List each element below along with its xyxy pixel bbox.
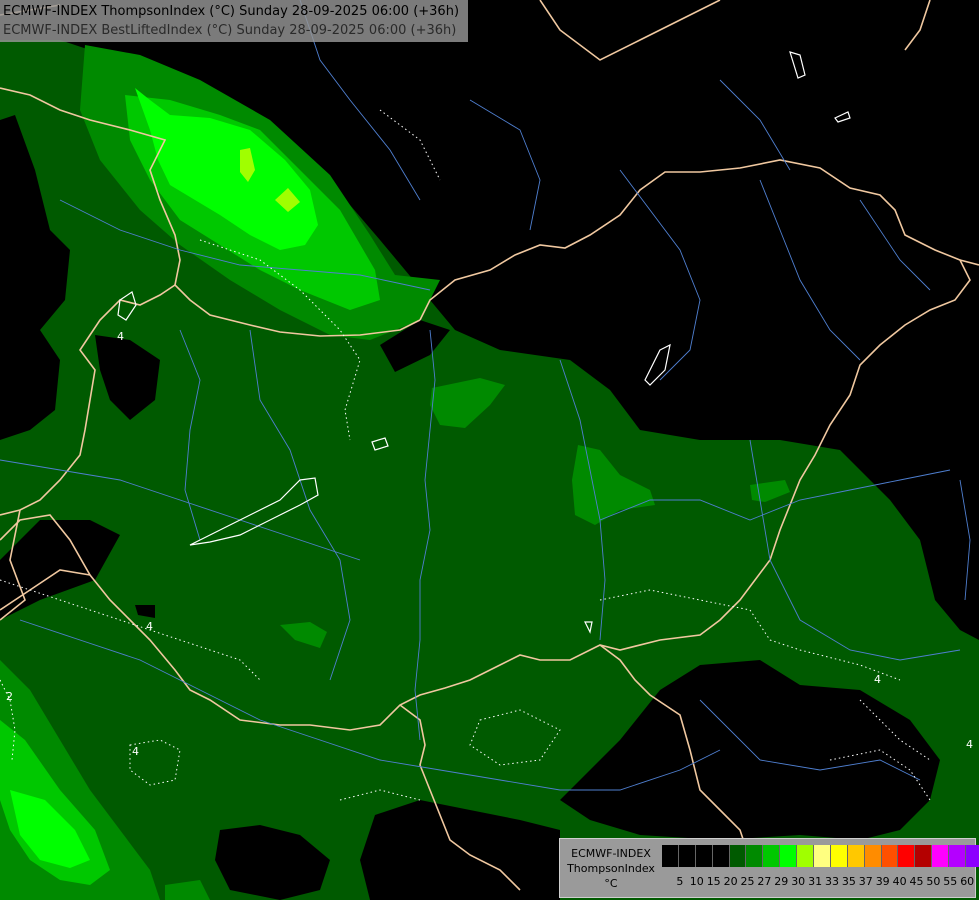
title-best-lifted-index: ECMWF-INDEX BestLiftedIndex (°C) Sunday … (3, 23, 457, 38)
legend-swatch (662, 845, 679, 867)
legend-swatch (915, 845, 933, 867)
isoline-label: 2 (6, 690, 13, 703)
legend-swatch (780, 845, 798, 867)
legend-tick-label: 15 (706, 875, 721, 888)
legend-tick-label: 60 (960, 875, 975, 888)
legend-tick-label: 45 (909, 875, 924, 888)
legend-tick-label: 5 (676, 875, 684, 888)
legend-swatch (932, 845, 950, 867)
legend-tick-label: 35 (841, 875, 856, 888)
legend-tick-label: 31 (808, 875, 823, 888)
legend-swatch (763, 845, 781, 867)
legend-tick-label: 29 (774, 875, 789, 888)
legend-swatch (966, 845, 979, 867)
legend-label-source: ECMWF-INDEX (571, 847, 651, 860)
legend-swatch (678, 845, 696, 867)
legend-tick-label: 39 (875, 875, 890, 888)
isoline-label: 4 (117, 330, 124, 343)
legend-label-variable: ThompsonIndex (567, 862, 655, 875)
legend-swatch (797, 845, 815, 867)
isoline-label: 4 (874, 673, 881, 686)
legend-tick-label: 25 (740, 875, 755, 888)
legend-tick-label: 10 (689, 875, 704, 888)
map-title: ECMWF-INDEX ThompsonIndex (°C) Sunday 28… (0, 0, 468, 42)
title-thompson-index: ECMWF-INDEX ThompsonIndex (°C) Sunday 28… (3, 4, 460, 19)
legend-tick-label: 30 (791, 875, 806, 888)
legend-tick-label: 40 (892, 875, 907, 888)
legend-swatch (814, 845, 831, 867)
legend-swatch (847, 845, 865, 867)
legend-swatch (729, 845, 747, 867)
legend-swatch (830, 845, 848, 867)
legend-swatch (864, 845, 882, 867)
legend-swatch (695, 845, 713, 867)
legend-tick-label: 20 (723, 875, 738, 888)
legend-swatch (712, 845, 730, 867)
legend-tick-label: 27 (757, 875, 772, 888)
legend-label: ECMWF-INDEX ThompsonIndex °C (562, 846, 660, 891)
legend-swatch (898, 845, 916, 867)
legend-color-bar (662, 845, 979, 867)
weather-map: 4 4 2 4 4 4 (0, 0, 979, 900)
legend-tick-label: 37 (858, 875, 873, 888)
isoline-label: 4 (966, 738, 973, 751)
isoline-label: 4 (146, 620, 153, 633)
legend-tick-label: 50 (926, 875, 941, 888)
legend-swatch (746, 845, 764, 867)
legend-swatch (881, 845, 899, 867)
legend-label-unit: °C (604, 877, 618, 890)
isoline-label: 4 (132, 745, 139, 758)
legend-tick-label: 33 (825, 875, 839, 888)
legend-tick-label: 55 (943, 875, 958, 888)
color-legend: ECMWF-INDEX ThompsonIndex °C 5 10 15 20 25 27… (559, 838, 979, 898)
legend-swatch (949, 845, 967, 867)
